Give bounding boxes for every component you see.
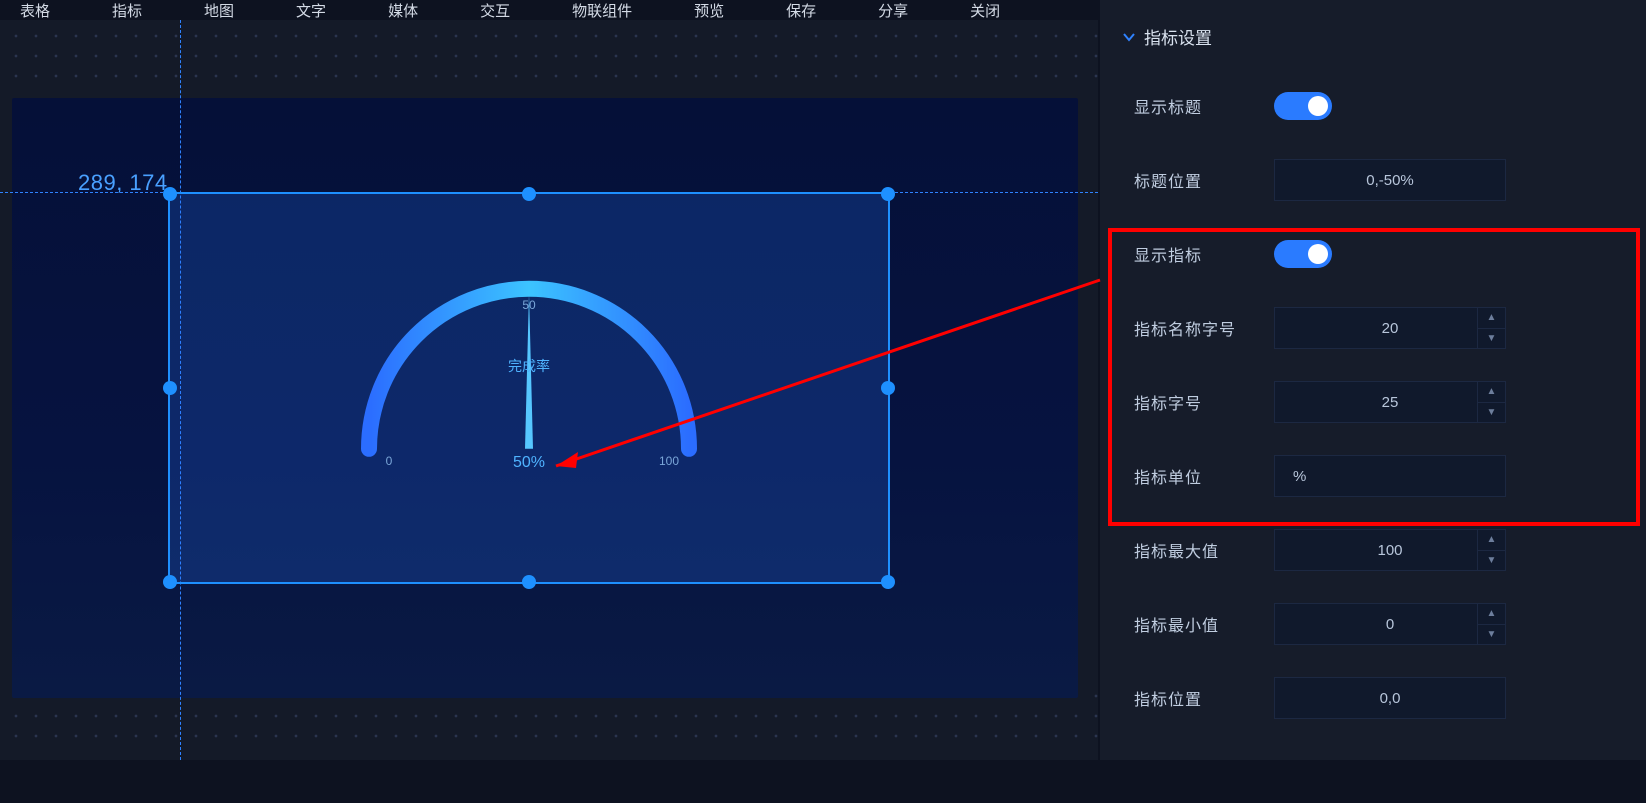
gauge-tick-mid: 50: [522, 298, 536, 312]
resize-handle-tl[interactable]: [163, 187, 177, 201]
label-title-pos: 标题位置: [1134, 168, 1274, 192]
row-max: 指标最大值 100 ▲▼: [1100, 513, 1646, 587]
stepper-name-size[interactable]: ▲▼: [1477, 308, 1505, 348]
resize-handle-bl[interactable]: [163, 575, 177, 589]
menu-indicator[interactable]: 指标: [112, 0, 142, 20]
row-min: 指标最小值 0 ▲▼: [1100, 587, 1646, 661]
row-ind-size: 指标字号 25 ▲▼: [1100, 365, 1646, 439]
input-title-pos[interactable]: 0,-50%: [1274, 159, 1506, 201]
menu-save[interactable]: 保存: [786, 0, 816, 20]
input-pos[interactable]: 0,0: [1274, 677, 1506, 719]
resize-handle-ml[interactable]: [163, 381, 177, 395]
resize-handle-tr[interactable]: [881, 187, 895, 201]
menu-table[interactable]: 表格: [20, 0, 50, 20]
gauge-value: 50%: [513, 454, 545, 471]
panel-title: 指标设置: [1144, 24, 1212, 49]
chevron-down-icon[interactable]: ▼: [1478, 625, 1505, 645]
label-min: 指标最小值: [1134, 612, 1274, 636]
label-unit: 指标单位: [1134, 464, 1274, 488]
value-max: 100: [1377, 542, 1402, 559]
menu-iot[interactable]: 物联组件: [572, 0, 632, 20]
canvas[interactable]: 289, 174 完成率 50% 0 50 100: [0, 20, 1098, 760]
toggle-show-indicator[interactable]: [1274, 240, 1332, 268]
chevron-up-icon[interactable]: ▲: [1478, 308, 1505, 329]
toggle-show-title[interactable]: [1274, 92, 1332, 120]
row-title-pos: 标题位置 0,-50%: [1100, 143, 1646, 217]
label-show-indicator: 显示指标: [1134, 242, 1274, 266]
resize-handle-mr[interactable]: [881, 381, 895, 395]
chevron-up-icon[interactable]: ▲: [1478, 382, 1505, 403]
resize-handle-bc[interactable]: [522, 575, 536, 589]
row-show-indicator: 显示指标: [1100, 217, 1646, 291]
menu-text[interactable]: 文字: [296, 0, 326, 20]
row-name-size: 指标名称字号 20 ▲▼: [1100, 291, 1646, 365]
input-max[interactable]: 100 ▲▼: [1274, 529, 1506, 571]
chevron-down-icon: [1122, 30, 1136, 44]
resize-handle-br[interactable]: [881, 575, 895, 589]
input-ind-size[interactable]: 25 ▲▼: [1274, 381, 1506, 423]
gauge-tick-min: 0: [386, 454, 393, 468]
menu-media[interactable]: 媒体: [388, 0, 418, 20]
settings-panel: 指标设置 显示标题 标题位置 0,-50% 显示指标 指标名称字号 20 ▲▼ …: [1100, 0, 1646, 760]
row-show-title: 显示标题: [1100, 69, 1646, 143]
menu-interact[interactable]: 交互: [480, 0, 510, 20]
row-pos: 指标位置 0,0: [1100, 661, 1646, 735]
label-max: 指标最大值: [1134, 538, 1274, 562]
value-min: 0: [1386, 616, 1394, 633]
chevron-down-icon[interactable]: ▼: [1478, 329, 1505, 349]
input-name-size[interactable]: 20 ▲▼: [1274, 307, 1506, 349]
input-unit[interactable]: %: [1274, 455, 1506, 497]
panel-header[interactable]: 指标设置: [1100, 14, 1646, 69]
gauge-chart: 完成率 50% 0 50 100: [329, 249, 729, 489]
resize-handle-tc[interactable]: [522, 187, 536, 201]
chevron-up-icon[interactable]: ▲: [1478, 604, 1505, 625]
value-ind-size: 25: [1382, 394, 1399, 411]
label-name-size: 指标名称字号: [1134, 316, 1274, 340]
gauge-title: 完成率: [508, 358, 550, 374]
grid-top: [0, 20, 1098, 92]
label-ind-size: 指标字号: [1134, 390, 1274, 414]
label-show-title: 显示标题: [1134, 94, 1274, 118]
row-unit: 指标单位 %: [1100, 439, 1646, 513]
selection-coord: 289, 174: [78, 170, 168, 196]
menu-preview[interactable]: 预览: [694, 0, 724, 20]
chevron-down-icon[interactable]: ▼: [1478, 403, 1505, 423]
selection-box[interactable]: 完成率 50% 0 50 100: [168, 192, 890, 584]
value-name-size: 20: [1382, 320, 1399, 337]
menu-close[interactable]: 关闭: [970, 0, 1000, 20]
label-pos: 指标位置: [1134, 686, 1274, 710]
chevron-up-icon[interactable]: ▲: [1478, 530, 1505, 551]
menu-map[interactable]: 地图: [204, 0, 234, 20]
menu-share[interactable]: 分享: [878, 0, 908, 20]
stepper-max[interactable]: ▲▼: [1477, 530, 1505, 570]
gauge-tick-max: 100: [659, 454, 679, 468]
stepper-ind-size[interactable]: ▲▼: [1477, 382, 1505, 422]
stepper-min[interactable]: ▲▼: [1477, 604, 1505, 644]
top-menu: 表格 指标 地图 文字 媒体 交互 物联组件 预览 保存 分享 关闭: [0, 0, 1100, 20]
chevron-down-icon[interactable]: ▼: [1478, 551, 1505, 571]
input-min[interactable]: 0 ▲▼: [1274, 603, 1506, 645]
